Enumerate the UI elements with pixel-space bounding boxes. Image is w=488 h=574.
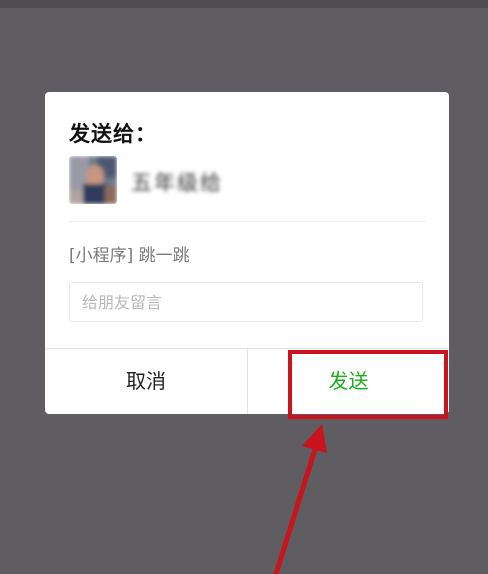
- status-bar-strip: [0, 0, 488, 8]
- dialog-title: 发送给：: [69, 122, 157, 146]
- cancel-button[interactable]: 取消: [45, 349, 247, 414]
- divider: [69, 221, 425, 222]
- avatar: [69, 156, 117, 204]
- send-button[interactable]: 发送: [248, 349, 449, 414]
- recipient-name: 五年级给: [131, 171, 223, 195]
- recipient-row: 五年级给: [69, 156, 425, 204]
- send-to-dialog: 发送给： 五年级给 [小程序] 跳一跳 取消: [45, 92, 449, 414]
- avatar-image-icon: [69, 156, 117, 204]
- message-input[interactable]: [69, 282, 423, 322]
- shared-miniprogram-title: [小程序] 跳一跳: [69, 246, 190, 266]
